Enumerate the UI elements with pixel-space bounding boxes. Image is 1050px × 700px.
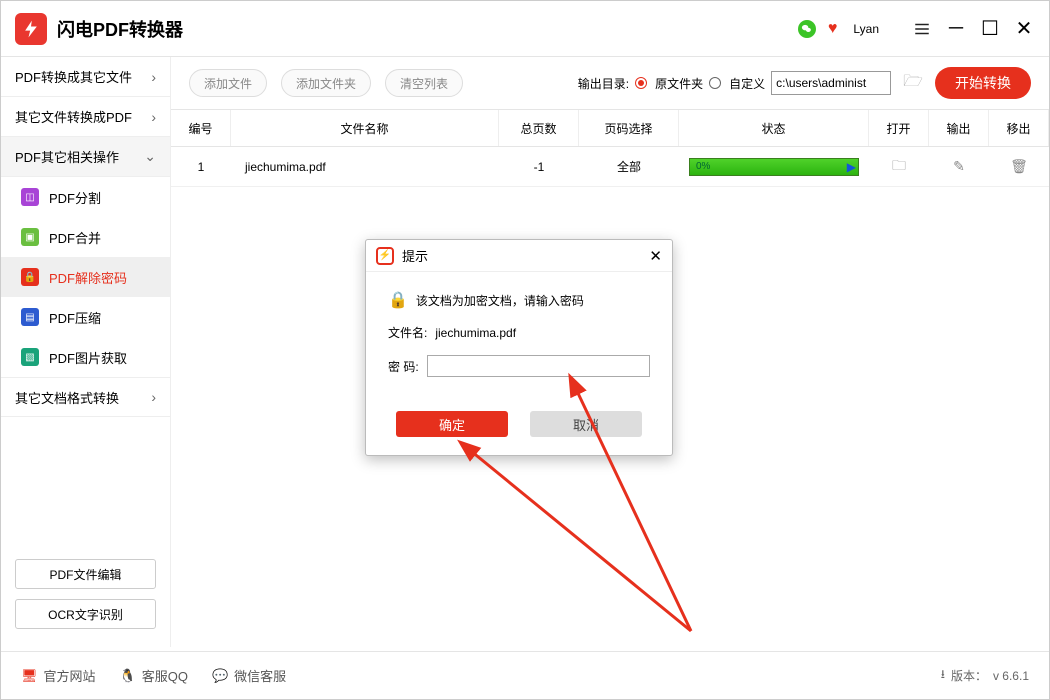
- lock-icon: 🔒: [388, 290, 408, 310]
- compress-icon: ▤: [21, 308, 39, 326]
- chevron-right-icon: ›: [151, 389, 156, 405]
- password-dialog: ⚡ 提示 ✕ 🔒 该文档为加密文档，请输入密码 文件名: jiechumima.pd…: [365, 239, 673, 456]
- heart-icon[interactable]: ♥: [828, 20, 838, 38]
- col-status: 状态: [679, 110, 869, 146]
- file-name-value: jiechumima.pdf: [435, 326, 516, 340]
- sidebar-item-merge[interactable]: ▣ PDF合并: [1, 217, 170, 257]
- official-site-link[interactable]: 🖥 官方网站: [21, 666, 96, 685]
- version-value: v 6.6.1: [993, 669, 1029, 683]
- footer-label: 客服QQ: [142, 666, 188, 685]
- sidebar-item-split[interactable]: ◫ PDF分割: [1, 177, 170, 217]
- sidebar-item-compress[interactable]: ▤ PDF压缩: [1, 297, 170, 337]
- add-folder-button[interactable]: 添加文件夹: [281, 69, 371, 97]
- play-icon: ▶: [847, 160, 856, 174]
- cell-idx: 1: [171, 147, 231, 186]
- radio-source-folder[interactable]: [635, 77, 647, 89]
- dialog-title: 提示: [402, 246, 428, 265]
- qq-support-link[interactable]: 🐧 客服QQ: [120, 666, 188, 685]
- qq-icon: 🐧: [120, 668, 136, 684]
- dialog-close-button[interactable]: ✕: [649, 247, 662, 265]
- cell-status: 0% ▶: [679, 147, 869, 186]
- version-label: 版本：: [951, 667, 987, 684]
- sidebar-item-decrypt[interactable]: 🔒 PDF解除密码: [1, 257, 170, 297]
- merge-icon: ▣: [21, 228, 39, 246]
- cancel-button[interactable]: 取消: [530, 411, 642, 437]
- file-label: 文件名:: [388, 324, 427, 341]
- table-header: 编号 文件名称 总页数 页码选择 状态 打开 输出 移出: [171, 109, 1049, 147]
- close-button[interactable]: ✕: [1013, 18, 1035, 40]
- col-sel: 页码选择: [579, 110, 679, 146]
- chevron-right-icon: ›: [151, 109, 156, 125]
- progress-bar[interactable]: 0% ▶: [689, 158, 859, 176]
- cat-label: 其它文件转换成PDF: [15, 107, 132, 126]
- col-idx: 编号: [171, 110, 231, 146]
- start-convert-button[interactable]: 开始转换: [935, 67, 1031, 99]
- wechat-icon[interactable]: [798, 20, 816, 38]
- col-pages: 总页数: [499, 110, 579, 146]
- cell-filename: jiechumima.pdf: [231, 147, 499, 186]
- download-icon[interactable]: ⭳: [941, 665, 945, 686]
- app-title: 闪电PDF转换器: [57, 16, 183, 42]
- dialog-logo-icon: ⚡: [376, 247, 394, 265]
- maximize-button[interactable]: ☐: [979, 18, 1001, 40]
- sidebar-item-label: PDF压缩: [49, 308, 101, 327]
- split-icon: ◫: [21, 188, 39, 206]
- sidebar: PDF转换成其它文件 › 其它文件转换成PDF › PDF其它相关操作 ⌄ ◫ PDF分…: [1, 57, 171, 647]
- ocr-button[interactable]: OCR文字识别: [15, 599, 156, 629]
- col-out: 输出: [929, 110, 989, 146]
- footer-label: 微信客服: [234, 666, 286, 685]
- col-name: 文件名称: [231, 110, 499, 146]
- image-icon: ▧: [21, 348, 39, 366]
- radio-label: 原文件夹: [655, 75, 703, 92]
- progress-text: 0%: [696, 159, 710, 175]
- cat-doc-format[interactable]: 其它文档格式转换 ›: [1, 377, 170, 417]
- output-label: 输出目录:: [578, 75, 629, 92]
- lock-icon: 🔒: [21, 268, 39, 286]
- col-del: 移出: [989, 110, 1049, 146]
- password-input[interactable]: [427, 355, 650, 377]
- open-folder-icon[interactable]: 🗀: [892, 155, 906, 179]
- cat-other-ops[interactable]: PDF其它相关操作 ⌄: [1, 137, 170, 177]
- table-row: 1 jiechumima.pdf -1 全部 0% ▶ 🗀 ✎ 🗑: [171, 147, 1049, 187]
- browse-folder-icon[interactable]: 🗁: [903, 70, 923, 97]
- delete-icon[interactable]: 🗑: [1010, 158, 1028, 175]
- cell-page-select[interactable]: 全部: [579, 147, 679, 186]
- minimize-button[interactable]: ─: [945, 18, 967, 40]
- pdf-edit-button[interactable]: PDF文件编辑: [15, 559, 156, 589]
- output-path-field[interactable]: c:\users\administ: [771, 71, 891, 95]
- cat-label: 其它文档格式转换: [15, 388, 119, 407]
- export-icon[interactable]: ✎: [953, 158, 965, 175]
- clear-list-button[interactable]: 清空列表: [385, 69, 463, 97]
- col-open: 打开: [869, 110, 929, 146]
- sidebar-item-label: PDF解除密码: [49, 268, 127, 287]
- sidebar-item-label: PDF图片获取: [49, 348, 127, 367]
- password-label: 密 码:: [388, 358, 419, 375]
- wechat-icon: 💬: [212, 668, 228, 684]
- monitor-icon: 🖥: [21, 668, 38, 684]
- radio-label: 自定义: [729, 75, 765, 92]
- wechat-support-link[interactable]: 💬 微信客服: [212, 666, 286, 685]
- chevron-right-icon: ›: [151, 69, 156, 85]
- radio-custom-folder[interactable]: [709, 77, 721, 89]
- cat-pdf-to-other[interactable]: PDF转换成其它文件 ›: [1, 57, 170, 97]
- menu-icon[interactable]: [911, 18, 933, 40]
- add-file-button[interactable]: 添加文件: [189, 69, 267, 97]
- sidebar-item-label: PDF分割: [49, 188, 101, 207]
- cat-label: PDF转换成其它文件: [15, 67, 132, 86]
- sidebar-item-label: PDF合并: [49, 228, 101, 247]
- chevron-down-icon: ⌄: [144, 148, 156, 165]
- cell-pages: -1: [499, 147, 579, 186]
- app-logo: [15, 13, 47, 45]
- dialog-message: 该文档为加密文档，请输入密码: [416, 292, 584, 309]
- cat-label: PDF其它相关操作: [15, 147, 119, 166]
- sidebar-item-img-extract[interactable]: ▧ PDF图片获取: [1, 337, 170, 377]
- footer-label: 官方网站: [44, 666, 96, 685]
- ok-button[interactable]: 确定: [396, 411, 508, 437]
- user-name[interactable]: Lyan: [853, 22, 879, 36]
- cat-other-to-pdf[interactable]: 其它文件转换成PDF ›: [1, 97, 170, 137]
